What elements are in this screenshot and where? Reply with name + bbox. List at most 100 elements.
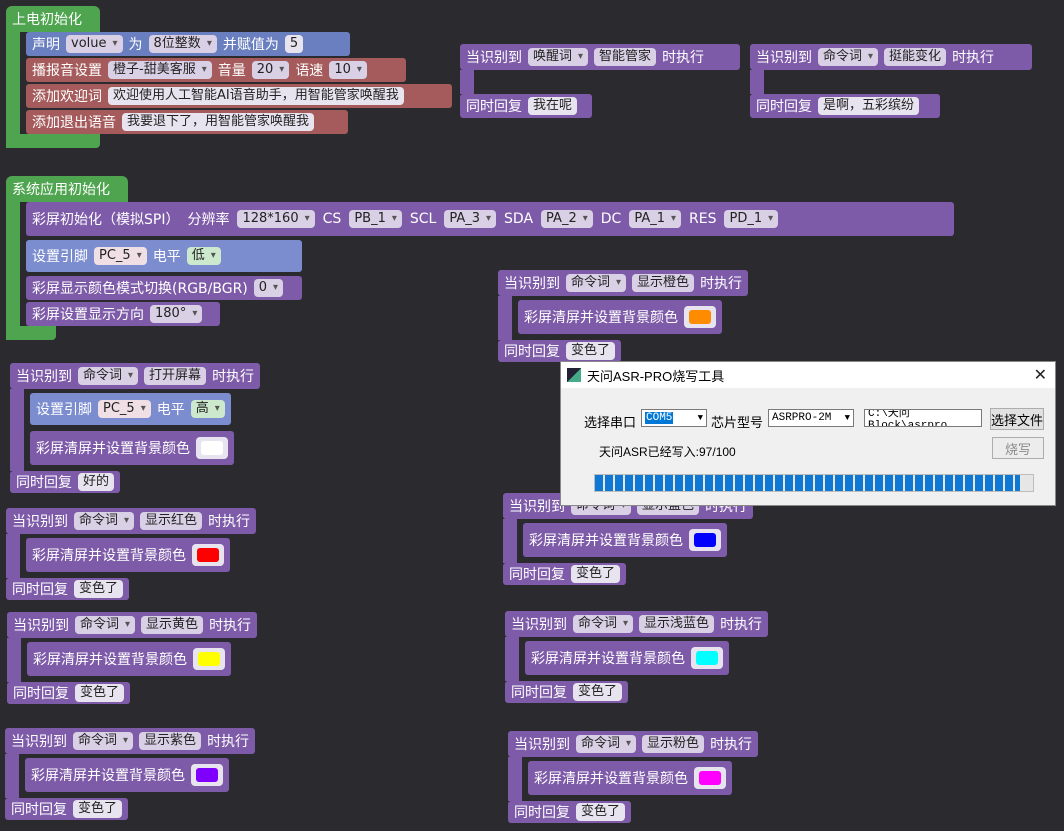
value-input[interactable]: 5 (284, 35, 304, 53)
action-row[interactable]: 彩屏清屏并设置背景颜色 (528, 761, 732, 795)
reply-input[interactable]: 变色了 (75, 684, 125, 702)
pin-row[interactable]: 设置引脚 PC_5 电平 低 (26, 240, 302, 272)
cmd-header[interactable]: 当识别到 命令词 打开屏幕 时执行 (10, 363, 261, 389)
reply-input[interactable]: 变色了 (573, 683, 623, 701)
speed-dropdown[interactable]: 10 (329, 61, 367, 79)
word-input[interactable]: 打开屏幕 (144, 367, 207, 385)
var-dropdown[interactable]: volue (66, 35, 123, 53)
reply-row[interactable]: 同时回复 好的 (10, 471, 121, 493)
wake-reply-row[interactable]: 同时回复 我在呢 (460, 94, 592, 118)
reply-input[interactable]: 我在呢 (528, 97, 578, 115)
kind-dropdown[interactable]: 命令词 (573, 615, 634, 633)
color-swatch[interactable] (691, 647, 723, 669)
cmd-change-header[interactable]: 当识别到 命令词 挺能变化 时执行 (750, 44, 1032, 70)
reply-row[interactable]: 同时回复 变色了 (6, 578, 130, 600)
action-row[interactable]: 彩屏清屏并设置背景颜色 (27, 642, 231, 676)
chip-select[interactable]: ASRPRO-2M ▼ (768, 409, 854, 427)
color-swatch[interactable] (192, 544, 224, 566)
reply-row[interactable]: 同时回复 变色了 (508, 801, 632, 823)
action-row[interactable]: 彩屏清屏并设置背景颜色 (25, 758, 229, 792)
reply-row[interactable]: 同时回复 变色了 (7, 682, 131, 704)
cmd-change-reply-row[interactable]: 同时回复 是啊，五彩缤纷 (750, 94, 940, 118)
action-row[interactable]: 彩屏清屏并设置背景颜色 (26, 538, 230, 572)
color-swatch[interactable] (191, 764, 223, 786)
color-mode-dropdown[interactable]: 0 (253, 279, 284, 297)
burn-button[interactable]: 烧写 (992, 437, 1044, 459)
reply-input[interactable]: 好的 (78, 473, 115, 491)
wake-header[interactable]: 当识别到 唤醒词 智能管家 时执行 (460, 44, 740, 70)
exit-text[interactable]: 我要退下了，用智能管家唤醒我 (122, 113, 315, 131)
res-dropdown[interactable]: 128*160 (237, 210, 315, 228)
volume-dropdown[interactable]: 20 (251, 61, 290, 79)
power-init-header[interactable]: 上电初始化 (6, 6, 100, 32)
word-input[interactable]: 显示黄色 (141, 616, 204, 634)
color-swatch[interactable] (689, 529, 721, 551)
exit-row[interactable]: 添加退出语音 我要退下了，用智能管家唤醒我 (26, 110, 348, 134)
kind-dropdown[interactable]: 命令词 (74, 512, 135, 530)
color-swatch[interactable] (684, 306, 716, 328)
word-input[interactable]: 显示浅蓝色 (639, 615, 715, 633)
word-input[interactable]: 显示紫色 (139, 732, 202, 750)
cs-dropdown[interactable]: PB_1 (349, 210, 402, 228)
direction-row[interactable]: 彩屏设置显示方向 180° (26, 302, 220, 326)
reply-row[interactable]: 同时回复 变色了 (505, 681, 629, 703)
pin-dropdown[interactable]: PC_5 (94, 247, 147, 265)
reply-row[interactable]: 同时回复 变色了 (498, 340, 622, 362)
word-input[interactable]: 显示橙色 (632, 274, 695, 292)
color-mode-row[interactable]: 彩屏显示颜色模式切换(RGB/BGR) 0 (26, 276, 302, 300)
action-row[interactable]: 彩屏清屏并设置背景颜色 (30, 431, 234, 465)
color-swatch[interactable] (193, 648, 225, 670)
color-swatch[interactable] (196, 437, 228, 459)
cmd-header[interactable]: 当识别到 命令词 显示黄色 时执行 (7, 612, 258, 638)
cmd-header[interactable]: 当识别到 命令词 显示浅蓝色 时执行 (505, 611, 769, 637)
level-dropdown[interactable]: 低 (186, 247, 221, 265)
word-input[interactable]: 显示粉色 (642, 735, 705, 753)
dc-dropdown[interactable]: PA_1 (629, 210, 682, 228)
welcome-text[interactable]: 欢迎使用人工智能AI语音助手，用智能管家唤醒我 (108, 87, 404, 105)
level-dropdown[interactable]: 高 (190, 400, 225, 418)
reply-row[interactable]: 同时回复 变色了 (503, 563, 627, 585)
kind-dropdown[interactable]: 命令词 (78, 367, 139, 385)
pin-dropdown[interactable]: PC_5 (98, 400, 151, 418)
kind-dropdown[interactable]: 命令词 (576, 735, 637, 753)
res2-dropdown[interactable]: PD_1 (724, 210, 779, 228)
action-row[interactable]: 彩屏清屏并设置背景颜色 (525, 641, 729, 675)
cmd-header[interactable]: 当识别到 命令词 显示橙色 时执行 (498, 270, 749, 296)
kind-dropdown[interactable]: 命令词 (566, 274, 627, 292)
action-row[interactable]: 彩屏清屏并设置背景颜色 (518, 300, 722, 334)
reply-input[interactable]: 变色了 (576, 803, 626, 821)
action-row[interactable]: 彩屏清屏并设置背景颜色 (523, 523, 727, 557)
welcome-row[interactable]: 添加欢迎词 欢迎使用人工智能AI语音助手，用智能管家唤醒我 (26, 84, 452, 108)
direction-dropdown[interactable]: 180° (150, 305, 203, 323)
reply-input[interactable]: 是啊，五彩缤纷 (818, 97, 920, 115)
scl-dropdown[interactable]: PA_3 (444, 210, 497, 228)
burn-tool-dialog[interactable]: 天问ASR-PRO烧写工具 ✕ 选择串口 COM5 ▼ 芯片型号 ASRPRO-… (560, 361, 1056, 506)
sda-dropdown[interactable]: PA_2 (541, 210, 593, 228)
close-icon[interactable]: ✕ (1034, 365, 1047, 385)
voice-row[interactable]: 播报音设置 橙子-甜美客服 音量 20 语速 10 (26, 58, 406, 82)
file-path-input[interactable]: C:\天问Block\asrpro (864, 409, 982, 427)
cmd-header[interactable]: 当识别到 命令词 显示红色 时执行 (6, 508, 257, 534)
reply-input[interactable]: 变色了 (566, 342, 616, 360)
port-select[interactable]: COM5 ▼ (641, 409, 707, 427)
cmd-header[interactable]: 当识别到 命令词 显示紫色 时执行 (5, 728, 256, 754)
reply-row[interactable]: 同时回复 变色了 (5, 798, 129, 820)
kind-dropdown[interactable]: 命令词 (75, 616, 136, 634)
type-dropdown[interactable]: 8位整数 (148, 35, 217, 53)
kind-dropdown[interactable]: 命令词 (73, 732, 134, 750)
pin-row[interactable]: 设置引脚 PC_5 电平 高 (30, 393, 231, 425)
voice-dropdown[interactable]: 橙子-甜美客服 (108, 61, 212, 79)
word-input[interactable]: 显示红色 (140, 512, 203, 530)
cmd-header[interactable]: 当识别到 命令词 显示粉色 时执行 (508, 731, 759, 757)
screen-init-row[interactable]: 彩屏初始化（模拟SPI） 分辨率 128*160 CS PB_1 SCL PA_… (26, 202, 954, 236)
color-swatch[interactable] (694, 767, 726, 789)
reply-input[interactable]: 变色了 (571, 565, 621, 583)
word-input[interactable]: 智能管家 (594, 48, 657, 66)
kind-dropdown[interactable]: 命令词 (818, 48, 879, 66)
sys-init-header[interactable]: 系统应用初始化 (6, 176, 128, 202)
kind-dropdown[interactable]: 唤醒词 (528, 48, 589, 66)
word-input[interactable]: 挺能变化 (884, 48, 947, 66)
declare-row[interactable]: 声明 volue 为 8位整数 并赋值为 5 (26, 32, 350, 56)
dialog-titlebar[interactable]: 天问ASR-PRO烧写工具 (561, 362, 1055, 388)
choose-file-button[interactable]: 选择文件 (990, 408, 1044, 430)
